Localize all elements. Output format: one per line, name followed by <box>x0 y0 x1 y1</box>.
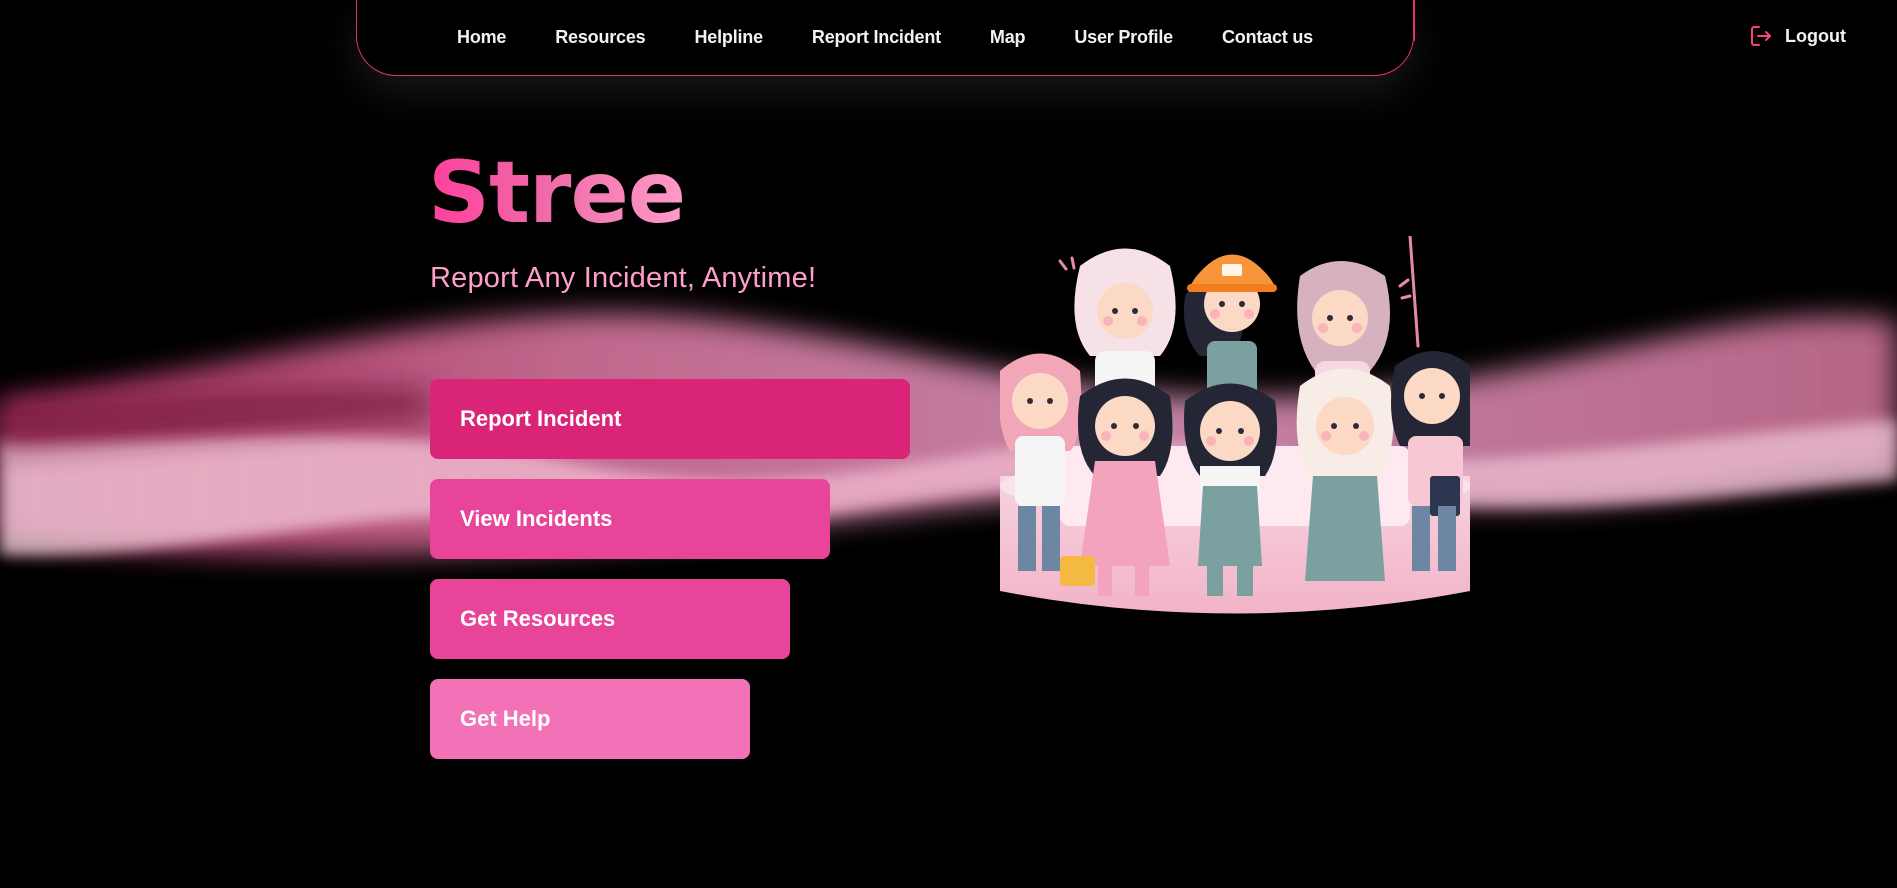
get-resources-button-label: Get Resources <box>460 606 616 631</box>
nav-contact-us[interactable]: Contact us <box>1197 27 1337 48</box>
nav-report-incident[interactable]: Report Incident <box>787 27 965 48</box>
nav-user-profile[interactable]: User Profile <box>1050 27 1198 48</box>
view-incidents-button-label: View Incidents <box>460 506 613 531</box>
view-incidents-button[interactable]: View Incidents <box>430 479 830 559</box>
nav-map[interactable]: Map <box>965 27 1049 48</box>
logout-label: Logout <box>1785 25 1846 46</box>
top-navbar: Home Resources Helpline Report Incident … <box>355 0 1415 76</box>
logout-button[interactable]: Logout <box>1749 24 1846 48</box>
nav-resources[interactable]: Resources <box>531 27 670 48</box>
app-title: Stree <box>428 143 686 243</box>
report-incident-button[interactable]: Report Incident <box>430 379 910 459</box>
get-help-button[interactable]: Get Help <box>430 679 750 759</box>
background-wave <box>0 313 1897 556</box>
get-resources-button[interactable]: Get Resources <box>430 579 790 659</box>
get-help-button-label: Get Help <box>460 706 551 731</box>
logout-icon <box>1749 24 1773 48</box>
report-incident-button-label: Report Incident <box>460 406 622 431</box>
nav-home[interactable]: Home <box>433 27 531 48</box>
page: Home Resources Helpline Report Incident … <box>0 0 1897 888</box>
group-of-women-illustration <box>1000 236 1470 614</box>
nav-helpline[interactable]: Helpline <box>670 27 787 48</box>
app-tagline: Report Any Incident, Anytime! <box>430 262 817 294</box>
